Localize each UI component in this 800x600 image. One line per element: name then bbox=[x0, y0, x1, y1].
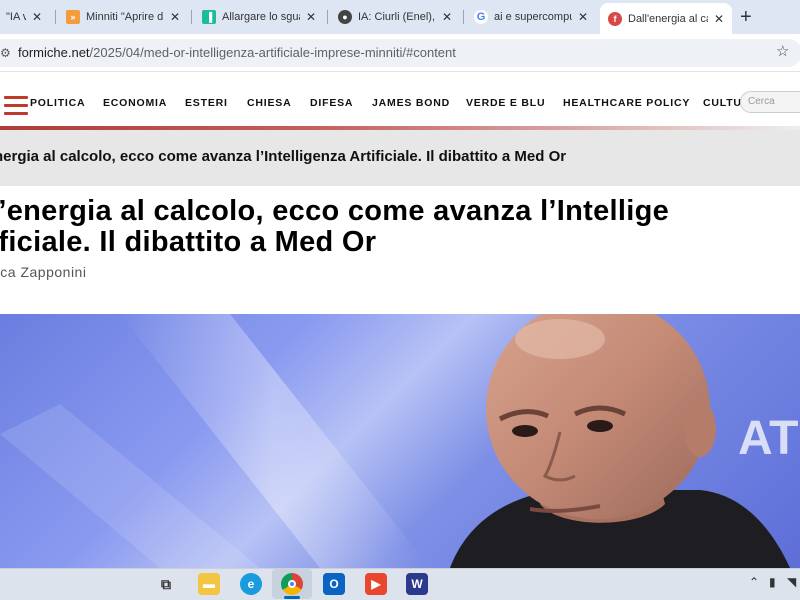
presentation-app-icon[interactable]: ▶ bbox=[365, 573, 387, 595]
close-icon[interactable]: ✕ bbox=[170, 10, 180, 24]
browser-tab[interactable]: ● IA: Ciurli (Enel), è ✕ bbox=[330, 4, 460, 30]
tab-title: "IA vo bbox=[6, 11, 26, 23]
browser-tab[interactable]: G ai e supercomput ✕ bbox=[466, 4, 596, 30]
nav-item-verde-e-blu[interactable]: VERDE E BLU bbox=[466, 97, 545, 109]
tab-separator bbox=[191, 10, 192, 24]
site-info-icon[interactable]: ⚙ bbox=[0, 46, 11, 60]
edge-icon[interactable]: e bbox=[240, 573, 262, 595]
formiche-icon: f bbox=[608, 11, 622, 26]
usb-icon[interactable]: ▮ bbox=[769, 575, 776, 589]
browser-tab[interactable]: ▐ Allargare lo sgua ✕ bbox=[194, 4, 324, 30]
tab-title: Allargare lo sgua bbox=[222, 11, 300, 23]
site-icon: ▐ bbox=[202, 10, 216, 24]
site-icon: ● bbox=[338, 10, 352, 24]
sticky-article-title: nergia al calcolo, ecco come avanza l’In… bbox=[0, 148, 567, 165]
nav-item-chiesa[interactable]: CHIESA bbox=[247, 97, 291, 109]
url-text[interactable]: formiche.net/2025/04/med-or-intelligenza… bbox=[18, 45, 456, 60]
new-tab-button[interactable]: + bbox=[740, 6, 752, 29]
google-icon: G bbox=[474, 10, 488, 24]
nav-item-healthcare-policy[interactable]: HEALTHCARE POLICY bbox=[563, 97, 690, 109]
close-icon[interactable]: ✕ bbox=[578, 10, 588, 24]
active-app-indicator bbox=[284, 596, 300, 599]
browser-tab[interactable]: » Minniti "Aprire d ✕ bbox=[58, 4, 188, 30]
tab-separator bbox=[55, 10, 56, 24]
chrome-icon[interactable] bbox=[281, 573, 303, 595]
hero-image: AT bbox=[0, 314, 800, 568]
tab-title: ai e supercomput bbox=[494, 11, 572, 23]
tab-title: Dall'energia al ca bbox=[628, 12, 708, 25]
url-path: /2025/04/med-or-intelligenza-artificiale… bbox=[89, 45, 456, 60]
article-headline: l’energia al calcolo, ecco come avanza l… bbox=[0, 196, 669, 258]
browser-tab[interactable]: "IA vo ✕ bbox=[0, 4, 50, 30]
close-icon[interactable]: ✕ bbox=[306, 10, 316, 24]
nav-item-james-bond[interactable]: JAMES BOND bbox=[372, 97, 450, 109]
nav-item-difesa[interactable]: DIFESA bbox=[310, 97, 353, 109]
tab-title: Minniti "Aprire d bbox=[86, 11, 164, 23]
hero-photo-illustration: AT bbox=[0, 314, 798, 568]
background-letters: AT bbox=[738, 412, 798, 465]
tab-title: IA: Ciurli (Enel), è bbox=[358, 11, 436, 23]
url-host: formiche.net bbox=[18, 45, 90, 60]
browser-tab-active[interactable]: f Dall'energia al ca ✕ bbox=[600, 3, 732, 34]
network-icon[interactable]: ◥ bbox=[787, 575, 796, 589]
nav-item-politica[interactable]: POLITICA bbox=[30, 97, 85, 109]
close-icon[interactable]: ✕ bbox=[32, 10, 42, 24]
bookmark-star-icon[interactable]: ☆ bbox=[776, 42, 789, 60]
tab-separator bbox=[463, 10, 464, 24]
headline-line-1: l’energia al calcolo, ecco come avanza l… bbox=[0, 195, 670, 227]
task-view-icon[interactable]: ⧉ bbox=[155, 573, 177, 595]
close-icon[interactable]: ✕ bbox=[714, 12, 724, 26]
tab-separator bbox=[327, 10, 328, 24]
file-explorer-icon[interactable]: ▬ bbox=[198, 573, 220, 595]
search-placeholder: Cerca bbox=[748, 96, 775, 107]
nav-item-esteri[interactable]: ESTERI bbox=[185, 97, 228, 109]
taskbar bbox=[0, 568, 800, 600]
chevron-up-icon[interactable]: ⌃ bbox=[749, 575, 759, 589]
teams-app-icon[interactable]: W bbox=[406, 573, 428, 595]
article-author[interactable]: uca Zapponini bbox=[0, 264, 86, 280]
slides-icon: » bbox=[66, 10, 80, 24]
headline-line-2: ificiale. Il dibattito a Med Or bbox=[0, 226, 377, 258]
outlook-icon[interactable]: O bbox=[323, 573, 345, 595]
menu-icon[interactable] bbox=[4, 96, 28, 116]
close-icon[interactable]: ✕ bbox=[442, 10, 452, 24]
nav-item-economia[interactable]: ECONOMIA bbox=[103, 97, 167, 109]
